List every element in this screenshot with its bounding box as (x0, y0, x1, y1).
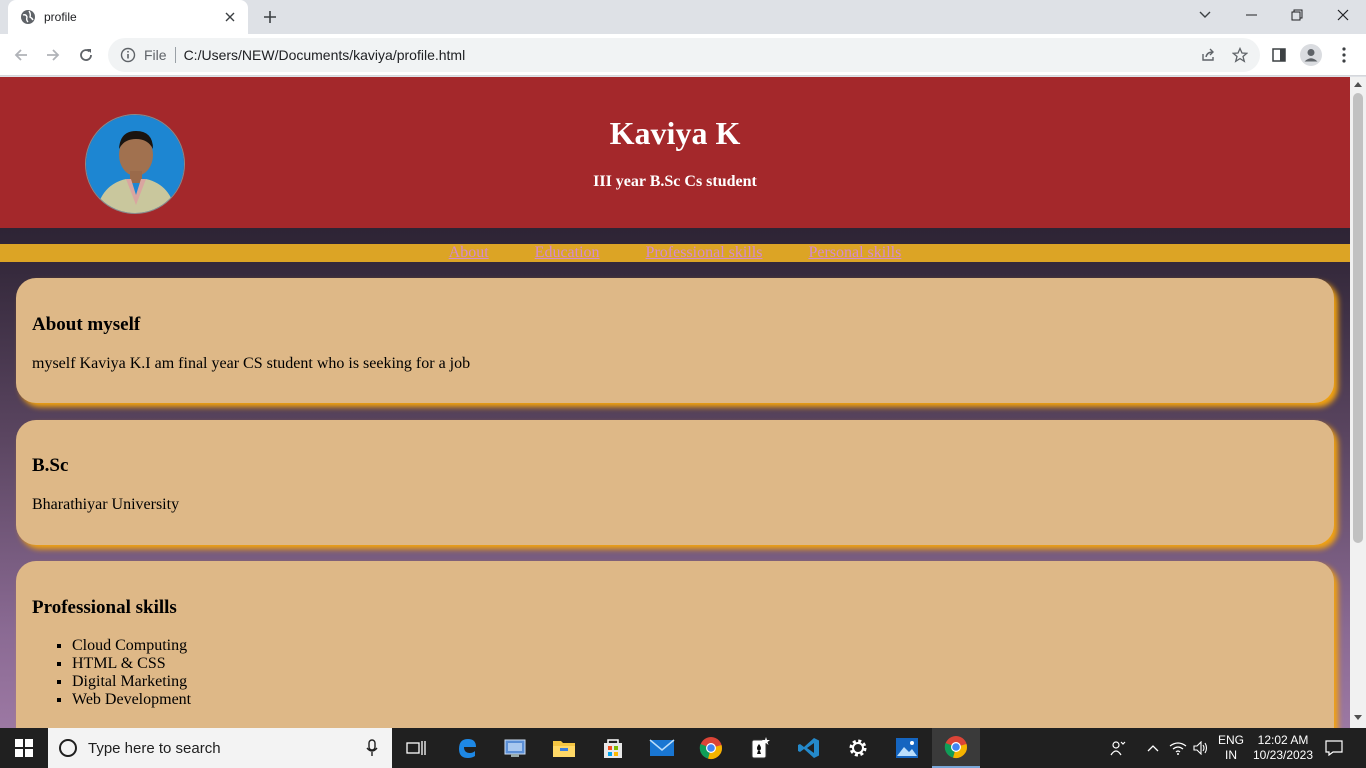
file-explorer-icon[interactable] (540, 728, 588, 768)
settings-gear-icon[interactable] (834, 728, 882, 768)
professional-skills-card: Professional skills Cloud Computing HTML… (16, 561, 1334, 728)
share-icon[interactable] (1196, 43, 1220, 67)
professional-skills-heading: Professional skills (32, 597, 177, 618)
profile-subtitle: III year B.Sc Cs student (593, 173, 757, 190)
mail-icon[interactable] (638, 728, 686, 768)
tab-strip: profile (0, 0, 1366, 34)
profile-avatar-icon[interactable] (1298, 42, 1324, 68)
nav-link-about[interactable]: About (449, 244, 489, 261)
task-view-icon[interactable] (392, 728, 440, 768)
close-window-button[interactable] (1320, 0, 1366, 30)
list-item: HTML & CSS (72, 655, 1318, 673)
chrome-active-icon[interactable] (932, 728, 980, 768)
profile-name: Kaviya K (609, 115, 741, 151)
globe-icon (20, 9, 36, 25)
vscode-icon[interactable] (785, 728, 833, 768)
about-text: myself Kaviya K.I am final year CS stude… (32, 355, 471, 372)
about-heading: About myself (32, 314, 141, 335)
nav-link-personal-skills[interactable]: Personal skills (808, 244, 901, 261)
scroll-down-arrow-icon[interactable] (1354, 715, 1362, 723)
scroll-up-arrow-icon[interactable] (1354, 81, 1362, 89)
education-text: Bharathiyar University (32, 496, 180, 513)
page-scrollbar[interactable] (1350, 77, 1366, 728)
close-tab-icon[interactable] (222, 9, 238, 25)
section-nav: About Education Professional skills Pers… (0, 244, 1350, 262)
search-placeholder: Type here to search (88, 739, 221, 757)
education-card: B.Sc Bharathiyar University (16, 420, 1334, 545)
reload-button[interactable] (73, 42, 99, 68)
volume-icon[interactable] (1190, 728, 1212, 768)
search-icon (58, 738, 78, 758)
list-item: Web Development (72, 691, 1318, 709)
address-bar[interactable]: File C:/Users/NEW/Documents/kaviya/profi… (108, 38, 1260, 72)
menu-kebab-icon[interactable] (1331, 42, 1357, 68)
about-card: About myself myself Kaviya K.I am final … (16, 278, 1334, 403)
tray-chevron-up-icon[interactable] (1142, 728, 1164, 768)
language-indicator[interactable]: ENG IN (1214, 728, 1248, 768)
language-code: ENG (1217, 733, 1244, 747)
url-text[interactable]: C:/Users/NEW/Documents/kaviya/profile.ht… (184, 47, 466, 63)
list-item: Cloud Computing (72, 637, 1318, 655)
minimize-button[interactable] (1228, 0, 1274, 30)
control-panel-icon[interactable] (491, 728, 539, 768)
chrome-icon[interactable] (687, 728, 735, 768)
taskbar-search-input[interactable]: Type here to search (48, 728, 392, 768)
profile-header: Kaviya K III year B.Sc Cs student (0, 77, 1350, 228)
clock[interactable]: 12:02 AM 10/23/2023 (1250, 728, 1316, 768)
professional-skills-list: Cloud Computing HTML & CSS Digital Marke… (32, 637, 1318, 709)
url-scheme: File (144, 47, 176, 63)
edge-browser-icon[interactable] (443, 728, 491, 768)
site-info-icon[interactable] (120, 47, 136, 63)
browser-tab[interactable]: profile (8, 0, 248, 34)
bookmark-star-icon[interactable] (1228, 43, 1252, 67)
photos-icon[interactable] (883, 728, 931, 768)
tab-search-icon[interactable] (1182, 0, 1228, 30)
network-icon[interactable] (1166, 728, 1190, 768)
language-region: IN (1225, 748, 1237, 762)
nav-link-professional-skills[interactable]: Professional skills (646, 244, 763, 261)
page-viewport: Kaviya K III year B.Sc Cs student About … (0, 77, 1350, 728)
solitaire-icon[interactable] (736, 728, 784, 768)
education-heading: B.Sc (32, 455, 69, 476)
clock-date: 10/23/2023 (1252, 748, 1314, 762)
start-button[interactable] (0, 728, 48, 768)
microsoft-store-icon[interactable] (589, 728, 637, 768)
browser-toolbar: File C:/Users/NEW/Documents/kaviya/profi… (0, 34, 1366, 76)
forward-button[interactable] (40, 42, 66, 68)
notifications-icon[interactable] (1318, 728, 1350, 768)
microphone-icon[interactable] (366, 739, 378, 757)
tab-title: profile (44, 10, 77, 24)
clock-time: 12:02 AM (1257, 733, 1309, 747)
windows-taskbar: Type here to search ENG IN 12:02 AM 10/2… (0, 728, 1366, 768)
side-panel-icon[interactable] (1266, 42, 1292, 68)
list-item: Digital Marketing (72, 673, 1318, 691)
new-tab-button[interactable] (258, 5, 282, 29)
nav-link-education[interactable]: Education (535, 244, 600, 261)
back-button[interactable] (8, 42, 34, 68)
scrollbar-thumb[interactable] (1353, 93, 1363, 543)
restore-button[interactable] (1274, 0, 1320, 30)
people-icon[interactable] (1104, 728, 1132, 768)
